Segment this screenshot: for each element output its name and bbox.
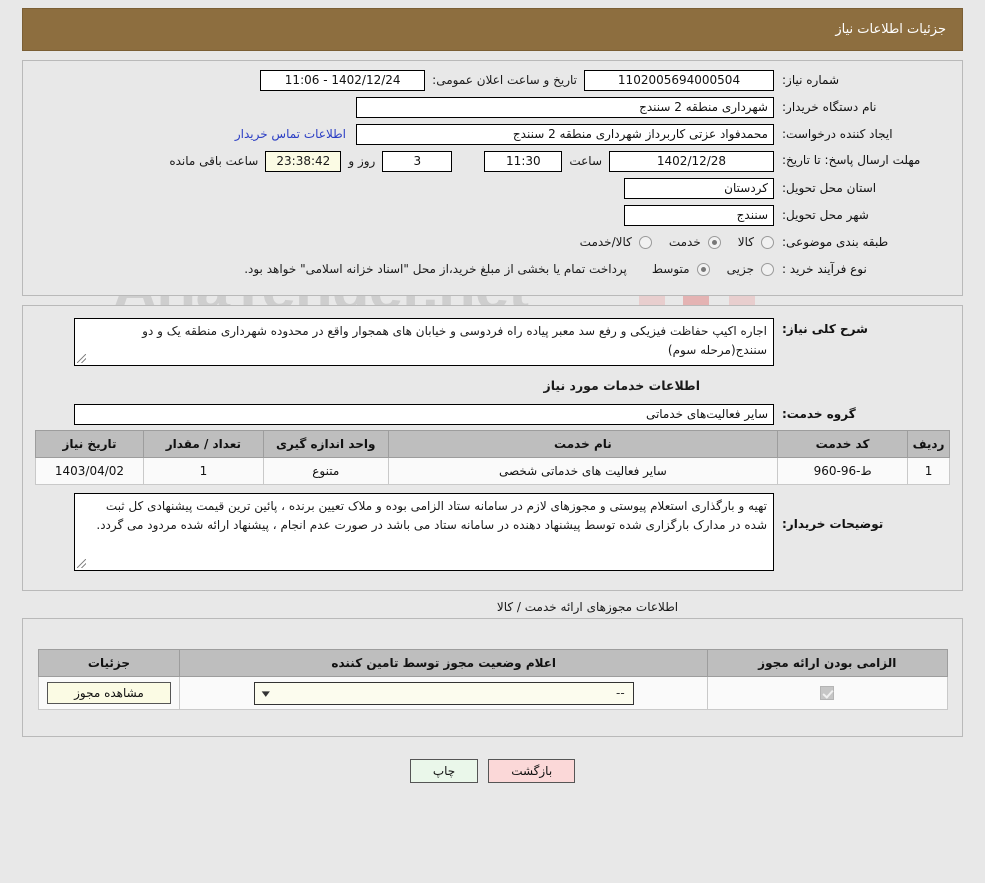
cell-index: 1 [907, 457, 950, 485]
countdown-timer: 23:38:42 [265, 150, 342, 172]
radio-category-kala-khedmat[interactable] [638, 235, 652, 249]
radio-process-motavaset-label: متوسط [651, 262, 690, 276]
creator-field[interactable]: محمدفواد عزتی کاربرداز شهرداری منطقه 2 س… [356, 123, 774, 145]
radio-category-kala-label: کالا [737, 235, 754, 249]
announce-label: تاریخ و ساعت اعلان عمومی: [432, 73, 577, 87]
row-buyer-org: نام دستگاه خریدار: شهرداری منطقه 2 سنندج [33, 96, 952, 118]
col-name: نام خدمت [387, 430, 779, 458]
remaining-days-label: روز و [348, 154, 376, 168]
col-date: تاریخ نیاز [35, 430, 144, 458]
city-field[interactable]: سنندج [624, 204, 774, 226]
back-button[interactable]: بازگشت [488, 759, 576, 783]
permits-section-title: اطلاعات مجوزهای ارائه خدمت / کالا [496, 600, 679, 614]
row-need-number: شماره نیاز: 1102005694000504 تاریخ و ساع… [33, 69, 952, 91]
row-buyer-notes: توضیحات خریدار: تهیه و بارگذاری استعلام … [33, 493, 952, 571]
services-table-header-row: ردیف کد خدمت نام خدمت واحد اندازه گیری ت… [35, 430, 950, 458]
radio-category-kala[interactable] [761, 235, 774, 249]
need-details-panel: شماره نیاز: 1102005694000504 تاریخ و ساع… [22, 60, 963, 296]
purchase-process-note: پرداخت تمام یا بخشی از مبلغ خرید،از محل … [244, 262, 627, 276]
view-permit-button[interactable]: مشاهده مجوز [47, 682, 171, 704]
buyer-notes-textarea[interactable]: تهیه و بارگذاری استعلام پیوستی و مجوزهای… [74, 493, 774, 571]
row-service-group: گروه خدمت: سایر فعالیت‌های خدماتی [33, 403, 952, 425]
radio-category-khedmat[interactable] [707, 235, 721, 249]
creator-label: ایجاد کننده درخواست: [782, 126, 893, 141]
radio-process-motavaset[interactable] [696, 262, 710, 276]
cell-code: ط-96-960 [777, 457, 909, 485]
buyer-org-field[interactable]: شهرداری منطقه 2 سنندج [356, 96, 774, 118]
chevron-down-icon: ▾ [261, 686, 270, 700]
row-description: شرح کلی نیاز: اجاره اکیپ حفاظت فیزیکی و … [33, 318, 952, 366]
page-title-bar: جزئیات اطلاعات نیاز [22, 8, 963, 51]
col-permit-details: جزئیات [37, 649, 181, 677]
city-label: شهر محل تحویل: [782, 207, 869, 222]
row-category: طبقه بندی موضوعی: کالا خدمت کالا/خدمت [33, 231, 952, 253]
cell-date: 1403/04/02 [35, 457, 144, 485]
row-purchase-process: نوع فرآیند خرید : جزیی متوسط پرداخت تمام… [33, 258, 952, 280]
row-creator: ایجاد کننده درخواست: محمدفواد عزتی کاربر… [33, 123, 952, 145]
radio-category-khedmat-label: خدمت [668, 235, 701, 249]
need-number-field[interactable]: 1102005694000504 [584, 69, 774, 91]
buyer-org-label: نام دستگاه خریدار: [782, 99, 877, 114]
services-table: ردیف کد خدمت نام خدمت واحد اندازه گیری ت… [35, 430, 950, 485]
deadline-date-field[interactable]: 1402/12/28 [609, 150, 774, 172]
description-label: شرح کلی نیاز: [782, 322, 868, 336]
permits-table-header-row: الزامی بودن ارائه مجوز اعلام وضعیت مجوز … [37, 649, 948, 677]
print-button[interactable]: چاپ [409, 759, 479, 783]
purchase-process-radio-group: جزیی متوسط پرداخت تمام یا بخشی از مبلغ خ… [244, 262, 774, 276]
permits-panel: الزامی بودن ارائه مجوز اعلام وضعیت مجوز … [22, 618, 963, 737]
purchase-process-label: نوع فرآیند خرید : [782, 261, 867, 276]
radio-process-jozei[interactable] [761, 262, 774, 276]
col-index: ردیف [907, 430, 950, 458]
radio-process-jozei-label: جزیی [726, 262, 754, 276]
remaining-days-field[interactable]: 3 [382, 150, 453, 172]
description-textarea[interactable]: اجاره اکیپ حفاظت فیزیکی و رفع سد معبر پی… [74, 318, 774, 366]
table-row: 1 ط-96-960 سایر فعالیت های خدماتی شخصی م… [35, 457, 950, 485]
province-label: استان محل تحویل: [782, 180, 877, 195]
category-label: طبقه بندی موضوعی: [782, 234, 889, 249]
row-deadline: مهلت ارسال پاسخ: تا تاریخ: 1402/12/28 سا… [33, 150, 952, 172]
col-permit-status: اعلام وضعیت مجوز توسط تامین کننده [179, 649, 709, 677]
cell-permit-status: ▾ -- [179, 676, 709, 710]
col-code: کد خدمت [777, 430, 909, 458]
services-section-title: اطلاعات خدمات مورد نیاز [543, 378, 701, 393]
countdown-label: ساعت باقی مانده [169, 154, 259, 168]
cell-quantity: 1 [142, 457, 264, 485]
row-city: شهر محل تحویل: سنندج [33, 204, 952, 226]
need-description-panel: شرح کلی نیاز: اجاره اکیپ حفاظت فیزیکی و … [22, 305, 963, 591]
province-field[interactable]: کردستان [624, 177, 774, 199]
col-unit: واحد اندازه گیری [262, 430, 389, 458]
cell-name: سایر فعالیت های خدماتی شخصی [387, 457, 779, 485]
row-province: استان محل تحویل: کردستان [33, 177, 952, 199]
radio-category-kala-khedmat-label: کالا/خدمت [579, 235, 632, 249]
cell-permit-details: مشاهده مجوز [37, 676, 181, 710]
deadline-label: مهلت ارسال پاسخ: تا تاریخ: [782, 153, 921, 168]
permit-status-select[interactable]: ▾ -- [253, 681, 634, 705]
cell-unit: متنوع [262, 457, 389, 485]
deadline-time-label: ساعت [569, 154, 602, 168]
buyer-notes-label: توضیحات خریدار: [782, 517, 884, 531]
service-group-label: گروه خدمت: [782, 406, 856, 421]
need-number-label: شماره نیاز: [782, 72, 839, 87]
announce-datetime-field[interactable]: 1402/12/24 - 11:06 [260, 69, 426, 91]
category-radio-group: کالا خدمت کالا/خدمت [570, 235, 774, 249]
footer-actions: بازگشت چاپ [10, 759, 975, 783]
permit-status-value: -- [616, 686, 625, 700]
page-root: جزئیات اطلاعات نیاز شماره نیاز: 11020056… [0, 8, 985, 783]
permits-table: الزامی بودن ارائه مجوز اعلام وضعیت مجوز … [37, 649, 948, 710]
col-permit-required: الزامی بودن ارائه مجوز [707, 649, 948, 677]
service-group-field[interactable]: سایر فعالیت‌های خدماتی [74, 403, 774, 425]
col-quantity: تعداد / مقدار [142, 430, 264, 458]
page-title: جزئیات اطلاعات نیاز [835, 22, 946, 37]
table-row: ▾ -- مشاهده مجوز [37, 676, 948, 710]
cell-permit-required [707, 676, 948, 710]
deadline-time-field[interactable]: 11:30 [484, 150, 563, 172]
permit-required-checkbox [820, 686, 835, 701]
buyer-contact-info-link[interactable]: اطلاعات تماس خریدار [225, 127, 356, 141]
